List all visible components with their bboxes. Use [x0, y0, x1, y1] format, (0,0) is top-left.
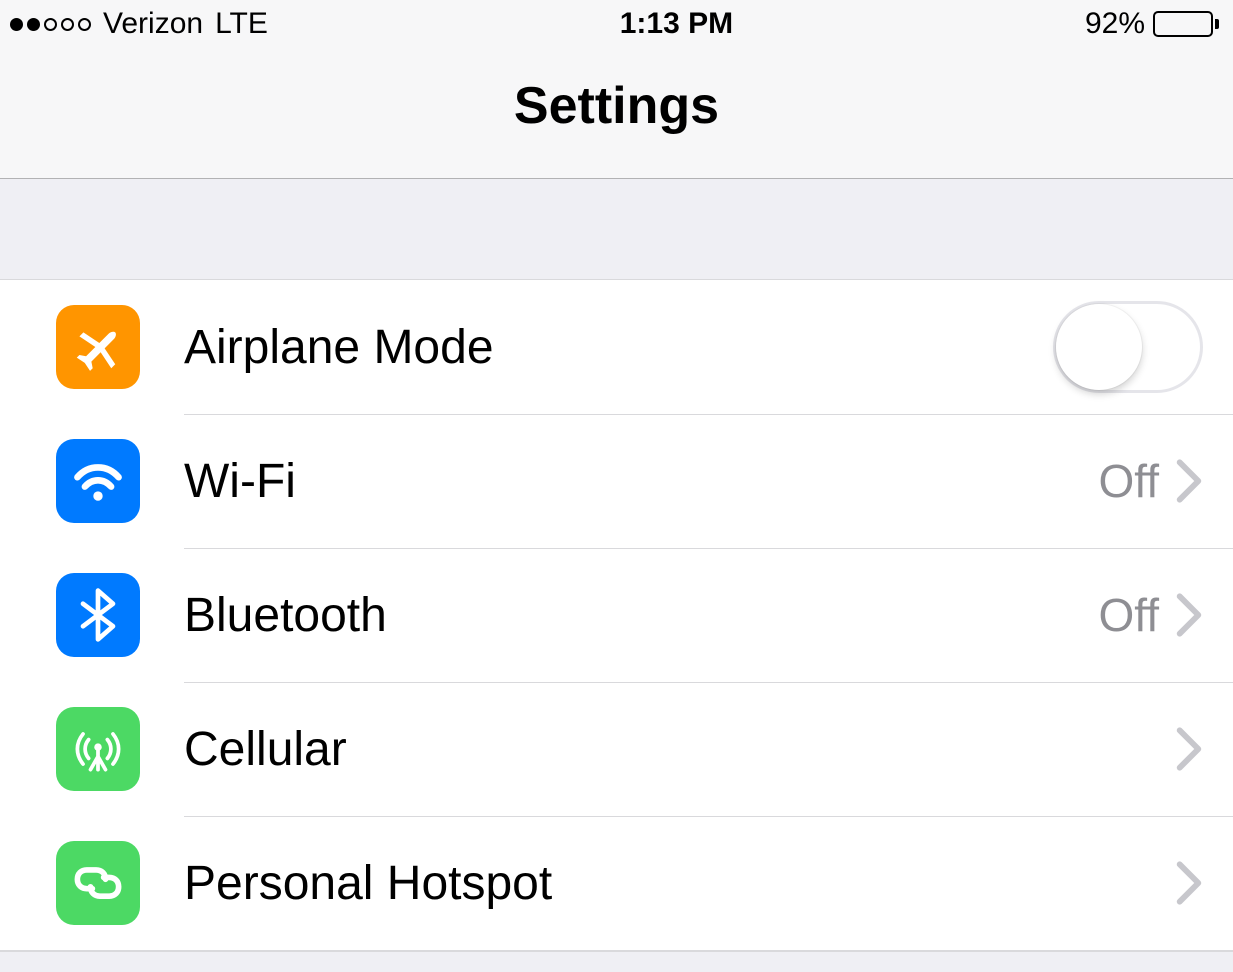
wifi-icon — [56, 439, 140, 523]
chevron-right-icon — [1175, 457, 1203, 505]
section-gap — [0, 179, 1233, 279]
row-cellular[interactable]: Cellular — [0, 682, 1233, 816]
row-value: Off — [1098, 454, 1159, 508]
carrier-label: Verizon — [103, 7, 203, 41]
row-airplane-mode[interactable]: Airplane Mode — [0, 280, 1233, 414]
page-title: Settings — [0, 76, 1233, 136]
network-label: LTE — [215, 7, 268, 41]
section-gap — [0, 951, 1233, 957]
airplane-icon — [56, 305, 140, 389]
battery-icon — [1153, 11, 1219, 37]
airplane-mode-toggle[interactable] — [1053, 301, 1203, 393]
signal-strength-icon — [10, 18, 91, 31]
settings-list: Airplane Mode Wi-Fi Off Bluetooth Off — [0, 279, 1233, 951]
row-personal-hotspot[interactable]: Personal Hotspot — [0, 816, 1233, 950]
row-wifi[interactable]: Wi-Fi Off — [0, 414, 1233, 548]
hotspot-icon — [56, 841, 140, 925]
chevron-right-icon — [1175, 591, 1203, 639]
status-bar: Verizon LTE 1:13 PM 92% — [0, 0, 1233, 48]
nav-bar: Settings — [0, 48, 1233, 179]
status-left: Verizon LTE — [10, 7, 268, 41]
cellular-icon — [56, 707, 140, 791]
chevron-right-icon — [1175, 725, 1203, 773]
row-label: Wi-Fi — [184, 454, 1098, 509]
row-bluetooth[interactable]: Bluetooth Off — [0, 548, 1233, 682]
status-right: 92% — [1085, 7, 1219, 41]
row-label: Cellular — [184, 722, 1175, 777]
row-label: Airplane Mode — [184, 320, 1053, 375]
clock-label: 1:13 PM — [620, 7, 733, 41]
row-value: Off — [1098, 588, 1159, 642]
row-label: Personal Hotspot — [184, 856, 1175, 911]
bluetooth-icon — [56, 573, 140, 657]
chevron-right-icon — [1175, 859, 1203, 907]
battery-percent-label: 92% — [1085, 7, 1145, 41]
row-label: Bluetooth — [184, 588, 1098, 643]
